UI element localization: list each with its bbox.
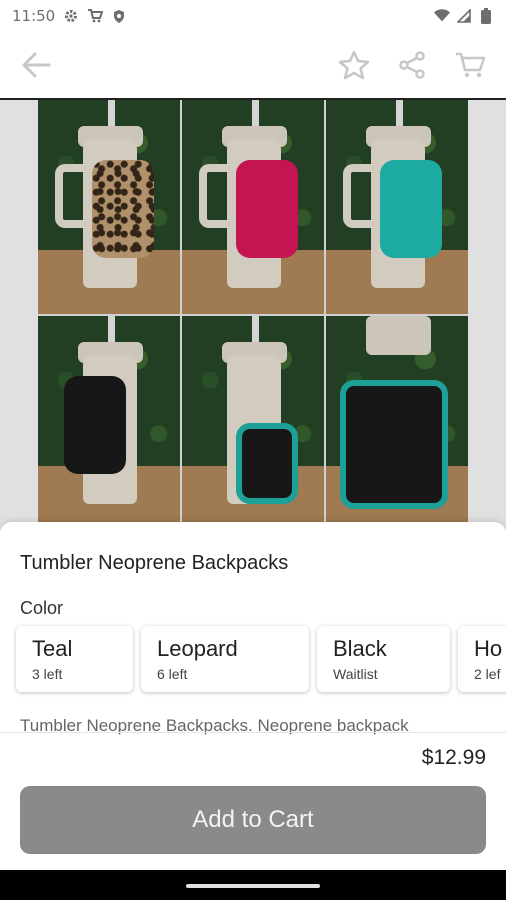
- product-screen: 11:50 Tumbler Neoprene Backpacks Color T…: [0, 0, 506, 900]
- color-option-partial[interactable]: Ho 2 lef: [458, 626, 506, 692]
- cart-icon: [87, 8, 104, 24]
- color-label: Color: [20, 598, 64, 618]
- cart-button[interactable]: [450, 45, 490, 85]
- favorite-button[interactable]: [334, 45, 374, 85]
- share-icon: [399, 51, 425, 79]
- color-option-teal[interactable]: Teal 3 left: [16, 626, 133, 692]
- status-bar: 11:50: [0, 0, 506, 32]
- color-option-availability: 3 left: [32, 666, 63, 682]
- star-icon: [338, 50, 370, 80]
- color-option-availability: 6 left: [157, 666, 188, 682]
- battery-icon: [478, 8, 494, 24]
- color-option-name: Leopard: [157, 636, 238, 661]
- cart-icon: [456, 52, 486, 78]
- product-detail-sheet: Tumbler Neoprene Backpacks Color Teal 3 …: [0, 522, 506, 870]
- status-time: 11:50: [12, 7, 56, 25]
- system-nav-bar: [0, 870, 506, 900]
- back-arrow-icon: [22, 52, 51, 78]
- description-divider: [0, 732, 506, 733]
- share-button[interactable]: [392, 45, 432, 85]
- image-dim-overlay: [0, 100, 506, 530]
- home-gesture-handle[interactable]: [186, 884, 320, 888]
- settings-icon: [63, 8, 79, 24]
- color-options: Teal 3 left Leopard 6 left Black Waitlis…: [16, 626, 506, 692]
- color-option-availability: Waitlist: [333, 666, 378, 682]
- color-option-black[interactable]: Black Waitlist: [317, 626, 450, 692]
- app-bar-actions: [334, 45, 490, 85]
- signal-icon: [456, 8, 472, 24]
- product-image[interactable]: [0, 100, 506, 530]
- shield-icon: [111, 8, 127, 24]
- color-option-leopard[interactable]: Leopard 6 left: [141, 626, 309, 692]
- product-description: Tumbler Neoprene Backpacks. Neoprene bac…: [20, 716, 409, 735]
- product-title: Tumbler Neoprene Backpacks: [20, 552, 289, 574]
- app-bar: [0, 32, 506, 98]
- status-left: 11:50: [12, 7, 127, 25]
- add-to-cart-button[interactable]: Add to Cart: [20, 786, 486, 854]
- color-option-name: Ho: [474, 636, 503, 661]
- color-option-availability: 2 lef: [474, 666, 501, 682]
- color-option-name: Teal: [32, 636, 73, 661]
- color-option-name: Black: [333, 636, 387, 661]
- product-price: $12.99: [421, 746, 486, 769]
- status-right: [434, 8, 494, 24]
- back-button[interactable]: [16, 45, 56, 85]
- wifi-icon: [434, 8, 450, 24]
